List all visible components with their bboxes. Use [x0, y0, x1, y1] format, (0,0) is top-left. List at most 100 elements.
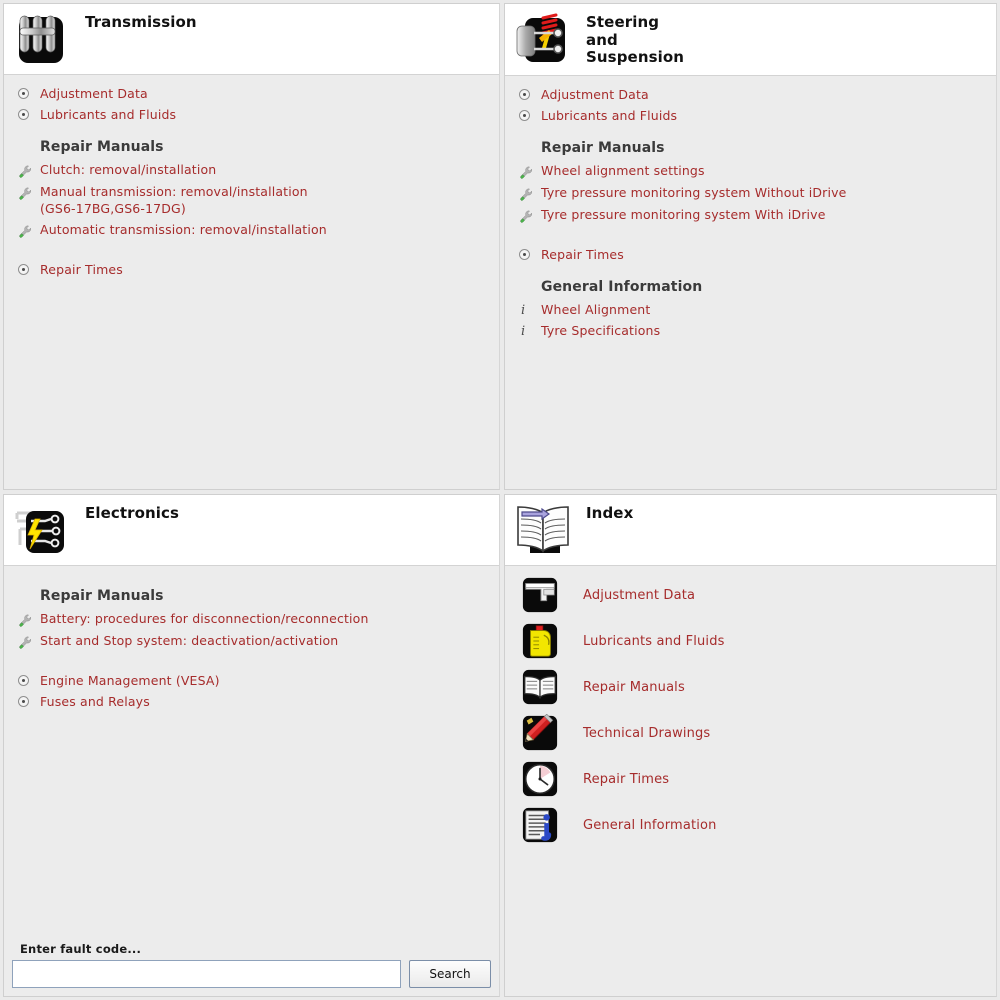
link-repair-times[interactable]: Repair Times [505, 244, 996, 265]
link-label: Engine Management (VESA) [40, 673, 220, 688]
panel-index-body: Adjustment Data Lubricants and Fluids Re… [505, 566, 996, 996]
link-label: Automatic transmission: removal/installa… [40, 222, 327, 237]
wrench-icon [18, 221, 40, 239]
index-item-repair-manuals[interactable]: Repair Manuals [505, 664, 996, 710]
heading-general-information: General Information [541, 279, 703, 295]
link-repair-times[interactable]: Repair Times [4, 259, 499, 280]
link-tpms-with-idrive[interactable]: Tyre pressure monitoring system With iDr… [505, 204, 996, 226]
index-item-technical-drawings[interactable]: Technical Drawings [505, 710, 996, 756]
wrench-icon [519, 206, 541, 224]
panel-steering-and-suspension: Steering and Suspension Adjustment Data … [504, 3, 997, 490]
link-label: Repair Times [40, 262, 123, 277]
search-button[interactable]: Search [409, 960, 491, 988]
heading-repair-manuals: Repair Manuals [40, 588, 164, 604]
open-book-index-icon [517, 506, 569, 553]
oil-can-icon [522, 623, 558, 659]
info-i-icon: i [521, 324, 526, 339]
link-wheel-alignment[interactable]: i Wheel Alignment [505, 299, 996, 320]
link-label: Fuses and Relays [40, 694, 150, 709]
suspension-strut-icon [516, 13, 565, 62]
panel-transmission: Transmission Adjustment Data Lubricants … [3, 3, 500, 490]
fault-code-search-area: Enter fault code... Search [4, 942, 499, 996]
dot-bullet-icon [18, 693, 40, 707]
document-info-icon [522, 807, 558, 843]
heading-repair-manuals: Repair Manuals [541, 140, 665, 156]
panel-electronics-body: Repair Manuals Battery: procedures for d… [4, 566, 499, 996]
link-manual-transmission-removal-installation[interactable]: Manual transmission: removal/installatio… [4, 181, 499, 219]
panel-electronics: Electronics Repair Manuals Battery: proc… [3, 494, 500, 997]
link-adjustment-data[interactable]: Adjustment Data [4, 83, 499, 104]
panel-transmission-title: Transmission [85, 13, 197, 31]
panel-index-header: Index [505, 495, 996, 566]
dot-bullet-icon [18, 106, 40, 120]
index-item-adjustment-data[interactable]: Adjustment Data [505, 572, 996, 618]
link-label: Tyre pressure monitoring system With iDr… [541, 207, 826, 222]
panel-transmission-body: Adjustment Data Lubricants and Fluids Re… [4, 75, 499, 489]
info-i-icon: i [521, 303, 526, 318]
link-label: Wheel alignment settings [541, 163, 705, 178]
link-adjustment-data[interactable]: Adjustment Data [505, 84, 996, 105]
transmission-gear-icon [19, 15, 63, 63]
index-item-general-information[interactable]: General Information [505, 802, 996, 848]
link-lubricants-and-fluids[interactable]: Lubricants and Fluids [4, 104, 499, 125]
index-item-label: Technical Drawings [583, 725, 711, 741]
electronics-circuit-icon [15, 511, 64, 553]
link-label: Battery: procedures for disconnection/re… [40, 611, 369, 626]
index-item-repair-times[interactable]: Repair Times [505, 756, 996, 802]
dot-bullet-icon [519, 107, 541, 121]
link-label: Manual transmission: removal/installatio… [40, 184, 308, 216]
index-item-label: Lubricants and Fluids [583, 633, 725, 649]
dot-bullet-icon [18, 672, 40, 686]
link-label: Adjustment Data [541, 87, 649, 102]
panel-steering-header: Steering and Suspension [505, 4, 996, 76]
link-battery-disconnection-reconnection[interactable]: Battery: procedures for disconnection/re… [4, 608, 499, 630]
fault-code-input[interactable] [12, 960, 401, 988]
wrench-icon [18, 183, 40, 201]
panel-steering-title: Steering and Suspension [586, 13, 685, 67]
panel-index-title: Index [586, 504, 634, 522]
link-label: Tyre pressure monitoring system Without … [541, 185, 847, 200]
link-lubricants-and-fluids[interactable]: Lubricants and Fluids [505, 105, 996, 126]
index-item-lubricants-and-fluids[interactable]: Lubricants and Fluids [505, 618, 996, 664]
link-tpms-without-idrive[interactable]: Tyre pressure monitoring system Without … [505, 182, 996, 204]
pencil-icon [522, 714, 558, 751]
link-label: Clutch: removal/installation [40, 162, 217, 177]
panel-index: Index Adjustment Data Lubricants and Flu… [504, 494, 997, 997]
link-label: Lubricants and Fluids [40, 107, 177, 122]
fault-code-search-line: Search [12, 960, 491, 988]
dot-bullet-icon [18, 261, 40, 275]
wrench-icon [18, 610, 40, 628]
wrench-icon [519, 184, 541, 202]
wrench-icon [18, 161, 40, 179]
link-engine-management-vesa[interactable]: Engine Management (VESA) [4, 670, 499, 691]
open-book-icon [522, 669, 558, 705]
link-label: Adjustment Data [40, 86, 148, 101]
repair-manual-portal: Transmission Adjustment Data Lubricants … [0, 0, 1000, 1000]
heading-repair-manuals: Repair Manuals [40, 139, 164, 155]
clock-icon [522, 761, 558, 797]
link-tyre-specifications[interactable]: i Tyre Specifications [505, 320, 996, 341]
index-item-label: Repair Manuals [583, 679, 685, 695]
link-automatic-transmission-removal-installation[interactable]: Automatic transmission: removal/installa… [4, 219, 499, 241]
dot-bullet-icon [18, 85, 40, 99]
index-item-label: Adjustment Data [583, 587, 696, 603]
dot-bullet-icon [519, 246, 541, 260]
fault-code-label: Enter fault code... [20, 942, 142, 956]
dot-bullet-icon [519, 86, 541, 100]
panel-electronics-header: Electronics [4, 495, 499, 566]
index-item-label: General Information [583, 817, 717, 833]
link-label: Wheel Alignment [541, 302, 651, 317]
panel-electronics-title: Electronics [85, 504, 180, 522]
link-start-stop-system[interactable]: Start and Stop system: deactivation/acti… [4, 630, 499, 652]
link-fuses-and-relays[interactable]: Fuses and Relays [4, 691, 499, 712]
caliper-icon [522, 577, 558, 613]
link-label: Repair Times [541, 247, 624, 262]
wrench-icon [519, 162, 541, 180]
link-clutch-removal-installation[interactable]: Clutch: removal/installation [4, 159, 499, 181]
link-wheel-alignment-settings[interactable]: Wheel alignment settings [505, 160, 996, 182]
link-label: Start and Stop system: deactivation/acti… [40, 633, 339, 648]
panel-transmission-header: Transmission [4, 4, 499, 75]
